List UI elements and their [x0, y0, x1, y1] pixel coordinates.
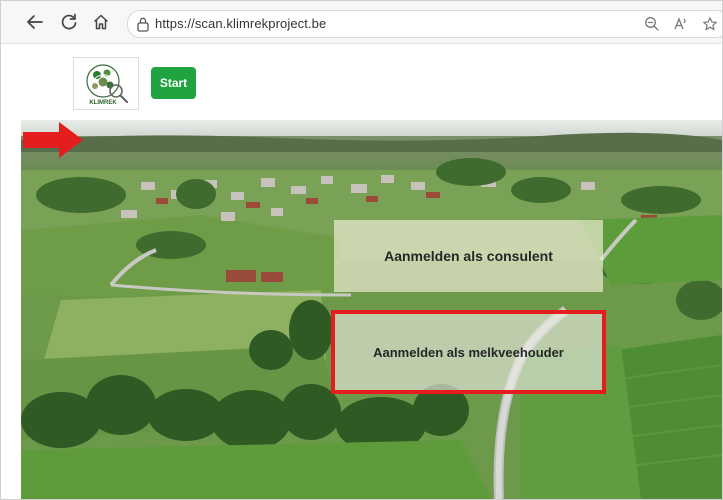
- lock-icon[interactable]: [136, 16, 150, 37]
- svg-text:KLIMREK: KLIMREK: [89, 100, 117, 106]
- url-text[interactable]: https://scan.klimrekproject.be: [155, 16, 326, 31]
- site-header: KLIMREK Start: [1, 44, 722, 120]
- login-dairy-farmer-button[interactable]: Aanmelden als melkveehouder: [331, 310, 606, 394]
- home-icon[interactable]: [89, 10, 113, 34]
- browser-toolbar: https://scan.klimrekproject.be: [1, 1, 722, 44]
- red-arrow-annotation-icon: [23, 122, 83, 158]
- start-button[interactable]: Start: [151, 67, 196, 99]
- login-consultant-button[interactable]: Aanmelden als consulent: [334, 220, 603, 292]
- klimrek-logo[interactable]: KLIMREK: [73, 57, 139, 110]
- favorite-star-icon[interactable]: [701, 15, 719, 33]
- hero-aerial-photo: Aanmelden als consulent Aanmelden als me…: [21, 120, 722, 499]
- browser-window: https://scan.klimrekproject.be KLIMREK S…: [0, 0, 723, 500]
- reload-icon[interactable]: [57, 10, 81, 34]
- address-bar[interactable]: https://scan.klimrekproject.be: [127, 10, 722, 38]
- zoom-out-icon[interactable]: [643, 15, 661, 33]
- read-aloud-icon[interactable]: [672, 15, 690, 33]
- back-arrow-icon[interactable]: [23, 10, 47, 34]
